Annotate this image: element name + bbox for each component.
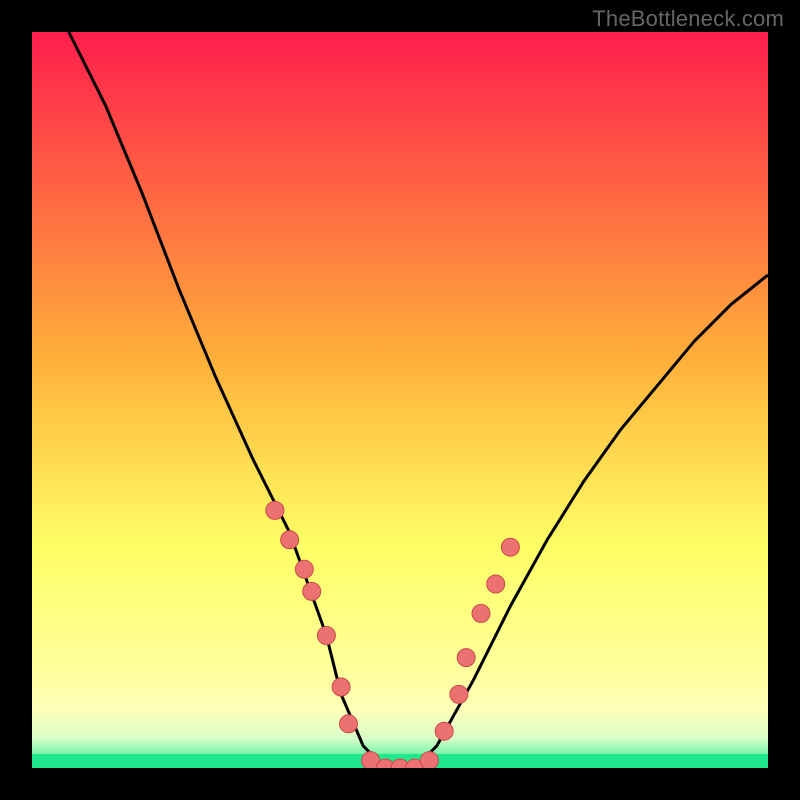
marker-point xyxy=(266,501,284,519)
chart-svg xyxy=(32,32,768,768)
marker-point xyxy=(295,560,313,578)
plot-area xyxy=(32,32,768,768)
watermark-text: TheBottleneck.com xyxy=(592,6,784,32)
marker-point xyxy=(487,575,505,593)
marker-point xyxy=(450,685,468,703)
chart-frame: TheBottleneck.com xyxy=(0,0,800,800)
marker-point xyxy=(340,715,358,733)
marker-point xyxy=(501,538,519,556)
marker-point xyxy=(457,649,475,667)
marker-point xyxy=(435,722,453,740)
marker-point xyxy=(332,678,350,696)
marker-point xyxy=(317,627,335,645)
marker-point xyxy=(420,752,438,768)
marker-point xyxy=(472,604,490,622)
marker-point xyxy=(303,582,321,600)
marker-point xyxy=(281,531,299,549)
gradient-background xyxy=(32,32,768,768)
